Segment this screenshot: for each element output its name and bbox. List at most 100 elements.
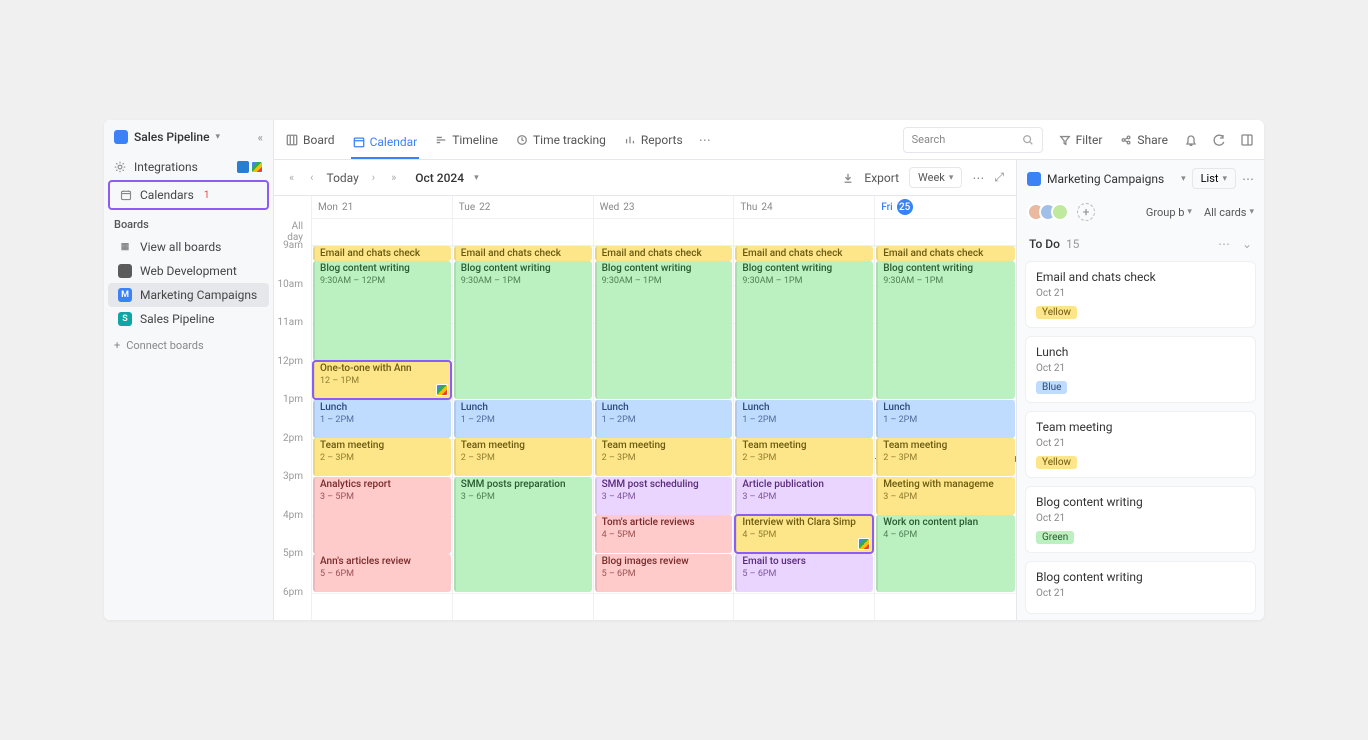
calendar-event[interactable]: Team meeting2 – 3PM [876, 438, 1015, 476]
calendar-event[interactable]: Tom's article reviews4 – 5PM [595, 515, 733, 553]
sidebar-board-sales-pipeline[interactable]: S Sales Pipeline [108, 307, 269, 331]
calendar-event[interactable]: Email and chats check [735, 246, 873, 261]
sidebar-board-marketing-campaigns[interactable]: M Marketing Campaigns [108, 283, 269, 307]
connect-boards[interactable]: + Connect boards [104, 331, 273, 360]
day-header[interactable]: Thu24 [734, 196, 874, 218]
workspace-switcher[interactable]: Sales Pipeline ▾ « [104, 120, 273, 154]
month-label[interactable]: Oct 2024 [415, 171, 464, 185]
export-icon[interactable] [842, 172, 854, 184]
nav-first-icon[interactable]: « [286, 171, 297, 184]
calendar-event[interactable]: Interview with Clara Simp4 – 5PM [735, 515, 873, 553]
refresh-icon[interactable] [1212, 133, 1226, 147]
tab-timeline[interactable]: Timeline [433, 129, 500, 151]
tab-reports[interactable]: Reports [622, 129, 685, 151]
calendar-event[interactable]: Email to users5 – 6PM [735, 554, 873, 592]
day-slots[interactable]: Email and chats checkBlog content writin… [594, 246, 734, 620]
task-card[interactable]: Blog content writingOct 21 [1025, 561, 1256, 614]
calendar-event[interactable]: Team meeting2 – 3PM [735, 438, 873, 476]
view-range-selector[interactable]: Week ▾ [909, 167, 962, 188]
calendar-event[interactable]: Blog content writing9:30AM – 1PM [595, 261, 733, 399]
collapse-sidebar-icon[interactable]: « [258, 131, 263, 144]
task-card[interactable]: Email and chats checkOct 21Yellow [1025, 261, 1256, 328]
tab-time-tracking[interactable]: Time tracking [514, 129, 608, 151]
panel-more-icon[interactable]: ⋯ [1242, 172, 1254, 186]
bell-icon[interactable] [1184, 133, 1198, 147]
nav-last-icon[interactable]: » [388, 171, 399, 184]
today-button[interactable]: Today [326, 171, 358, 185]
calendar-event[interactable]: Email and chats check [313, 246, 451, 261]
task-card[interactable]: Team meetingOct 21Yellow [1025, 411, 1256, 478]
group-selector[interactable]: Group b▾ [1146, 206, 1192, 219]
calendar-event[interactable]: Blog content writing9:30AM – 1PM [735, 261, 873, 399]
calendar-event[interactable]: Lunch1 – 2PM [735, 400, 873, 438]
calendar-event[interactable]: Team meeting2 – 3PM [595, 438, 733, 476]
calendar-event[interactable]: Email and chats check [454, 246, 592, 261]
task-card[interactable]: Blog content writingOct 21Green [1025, 486, 1256, 553]
nav-next-icon[interactable]: › [369, 171, 378, 184]
cards-filter-selector[interactable]: All cards▾ [1204, 206, 1254, 219]
calendar-event[interactable]: Blog content writing9:30AM – 1PM [876, 261, 1015, 399]
calendar-event[interactable]: Blog content writing9:30AM – 12PM [313, 261, 451, 361]
sidebar-board-web-development[interactable]: Web Development [108, 259, 269, 283]
nav-prev-icon[interactable]: ‹ [307, 171, 316, 184]
search-input[interactable]: Search [903, 127, 1043, 153]
panel-toggle-icon[interactable] [1240, 133, 1254, 147]
calendar-event[interactable]: Ann's articles review5 – 6PM [313, 554, 451, 592]
calendar-event[interactable]: Article publication3 – 4PM [735, 477, 873, 515]
calendar-event[interactable]: Analytics report3 – 5PM [313, 477, 451, 554]
event-title: Team meeting [883, 440, 1010, 452]
add-member-button[interactable]: + [1077, 203, 1095, 221]
day-slots[interactable]: Email and chats checkBlog content writin… [453, 246, 593, 620]
calendar-event[interactable]: SMM post scheduling3 – 4PM [595, 477, 733, 515]
day-slots[interactable]: Email and chats checkBlog content writin… [875, 246, 1016, 620]
allday-cell[interactable] [875, 218, 1016, 246]
cards-list[interactable]: Email and chats checkOct 21Yellow LunchOc… [1017, 261, 1264, 620]
allday-cell[interactable] [734, 218, 874, 246]
calendar-event[interactable]: One-to-one with Ann12 – 1PM [313, 361, 451, 399]
day-header[interactable]: Mon21 [312, 196, 452, 218]
member-avatars[interactable] [1027, 203, 1069, 221]
calendar-event[interactable]: Lunch1 – 2PM [454, 400, 592, 438]
day-column: Wed23 Email and chats checkBlog content w… [594, 196, 735, 620]
calendar-event[interactable]: Team meeting2 – 3PM [313, 438, 451, 476]
view-all-boards[interactable]: ▦ View all boards [108, 235, 269, 259]
tab-calendar[interactable]: Calendar [351, 131, 420, 159]
panel-board-name[interactable]: Marketing Campaigns [1047, 172, 1175, 186]
column-title: To Do [1029, 237, 1060, 251]
fullscreen-icon[interactable]: ⤢ [994, 170, 1004, 185]
task-card[interactable]: LunchOct 21Blue [1025, 336, 1256, 403]
calendar-event[interactable]: Lunch1 – 2PM [313, 400, 451, 438]
allday-cell[interactable] [594, 218, 734, 246]
column-header[interactable]: To Do 15 ⋯ ⌄ [1017, 227, 1264, 261]
column-collapse-icon[interactable]: ⌄ [1242, 237, 1252, 251]
sidebar-calendars[interactable]: Calendars 1 [110, 182, 267, 208]
day-header[interactable]: Fri25 [875, 196, 1016, 218]
column-more-icon[interactable]: ⋯ [1218, 237, 1230, 251]
calendar-event[interactable]: Work on content plan4 – 6PM [876, 515, 1015, 592]
allday-cell[interactable] [312, 218, 452, 246]
calendar-event[interactable]: Email and chats check [595, 246, 733, 261]
export-button[interactable]: Export [864, 171, 899, 185]
calendar-event[interactable]: Lunch1 – 2PM [595, 400, 733, 438]
allday-cell[interactable] [453, 218, 593, 246]
share-button[interactable]: Share [1118, 129, 1170, 151]
filter-button[interactable]: Filter [1057, 129, 1105, 151]
calendar-event[interactable]: Blog images review5 – 6PM [595, 554, 733, 592]
color-chip: Yellow [1036, 456, 1077, 469]
list-view-button[interactable]: List ▾ [1192, 168, 1236, 189]
day-slots[interactable]: Email and chats checkBlog content writin… [312, 246, 452, 620]
calendar-event[interactable]: Team meeting2 – 3PM [454, 438, 592, 476]
calendar-event[interactable]: SMM posts preparation3 – 6PM [454, 477, 592, 592]
calendar-event[interactable]: Lunch1 – 2PM [876, 400, 1015, 438]
calendar-event[interactable]: Blog content writing9:30AM – 1PM [454, 261, 592, 399]
day-slots[interactable]: Email and chats checkBlog content writin… [734, 246, 874, 620]
day-header[interactable]: Wed23 [594, 196, 734, 218]
more-icon[interactable]: ⋯ [972, 171, 984, 185]
day-header[interactable]: Tue22 [453, 196, 593, 218]
tab-timeline-label: Timeline [452, 133, 498, 147]
calendar-event[interactable]: Email and chats check [876, 246, 1015, 261]
sidebar-integrations[interactable]: Integrations [104, 154, 273, 180]
more-views-icon[interactable]: ⋯ [699, 133, 711, 147]
calendar-event[interactable]: Meeting with manageme3 – 4PM [876, 477, 1015, 515]
tab-board[interactable]: Board [284, 129, 337, 151]
